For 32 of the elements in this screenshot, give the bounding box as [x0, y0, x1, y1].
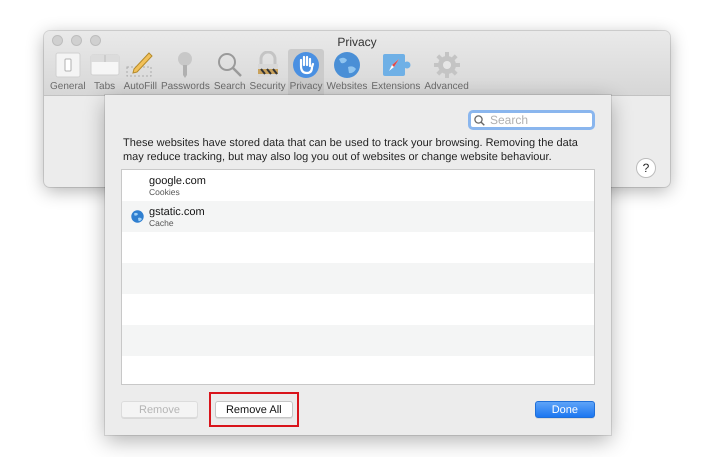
toolbar-tab[interactable]: Extensions: [369, 49, 422, 95]
website-row[interactable]: google.com Cookies: [122, 170, 594, 201]
close-button[interactable]: [52, 34, 63, 46]
gear-icon: [432, 51, 462, 79]
done-button[interactable]: Done: [534, 401, 595, 418]
remove-all-button[interactable]: Remove All: [214, 401, 293, 418]
toolbar-tab[interactable]: Passwords: [158, 49, 212, 95]
data-type: Cookies: [149, 186, 181, 196]
toolbar-tab[interactable]: Search: [212, 49, 248, 95]
minimize-button[interactable]: [71, 34, 82, 46]
help-button[interactable]: ?: [636, 158, 656, 178]
toolbar-tab[interactable]: General: [48, 49, 88, 95]
website-name: gstatic.com: [149, 206, 205, 218]
data-type: Cache: [149, 218, 175, 228]
toolbar-tab[interactable]: Privacy: [288, 49, 324, 95]
hand-icon: [291, 51, 322, 79]
toolbar-tab[interactable]: AutoFill: [122, 49, 159, 95]
globe-icon: [332, 51, 362, 79]
toolbar-tab[interactable]: Security: [248, 49, 288, 95]
toolbar-tab[interactable]: Advanced: [422, 49, 471, 95]
compass-puzzle-icon: [380, 51, 411, 79]
website-row[interactable]: gstatic.com Cache: [122, 201, 594, 232]
website-name: google.com: [149, 174, 206, 186]
window-title: Privacy: [337, 34, 377, 48]
search-icon: [474, 115, 485, 126]
pencil-icon: [125, 51, 156, 79]
zoom-button[interactable]: [90, 34, 101, 46]
toolbar-tab[interactable]: Tabs: [88, 49, 122, 95]
description-text: These websites have stored data that can be used to track your browsing. Removing the data may reduce tracking, but may also log you out of websites or change website behaviour.: [123, 136, 579, 164]
switch-icon: [52, 51, 83, 79]
toolbar-tab[interactable]: Websites: [324, 49, 370, 95]
search-field[interactable]: Search: [468, 110, 595, 130]
